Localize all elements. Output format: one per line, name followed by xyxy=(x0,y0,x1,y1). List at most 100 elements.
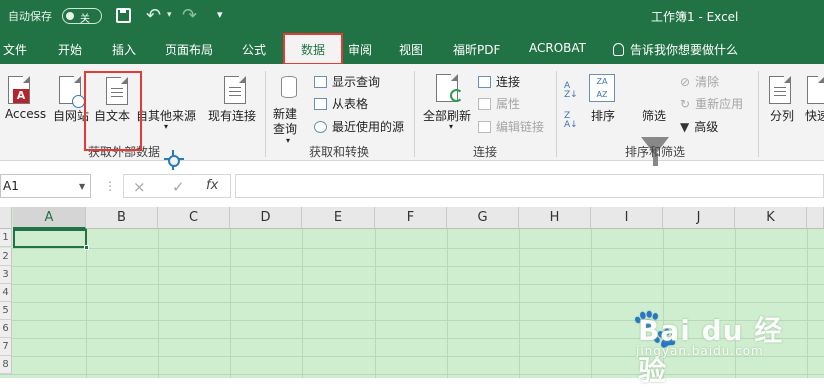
row-header[interactable]: 6 xyxy=(0,320,12,338)
row-header[interactable]: 4 xyxy=(0,284,12,302)
from-table-button[interactable]: 从表格 xyxy=(314,95,368,112)
title-bar: 自动保存 关 ↶ ▾ ↷ ▾ 工作簿1 - Excel xyxy=(0,0,824,34)
cancel-icon[interactable]: × xyxy=(133,178,146,196)
window-title: 工作簿1 - Excel xyxy=(651,10,739,24)
sort-button[interactable]: 排序 xyxy=(591,107,615,124)
customize-quick-access-icon[interactable]: ▾ xyxy=(217,8,223,21)
group-divider xyxy=(414,71,415,157)
new-query-icon xyxy=(281,76,297,98)
column-header[interactable]: K xyxy=(735,207,807,229)
column-header[interactable]: D xyxy=(230,207,302,229)
column-header-partial[interactable] xyxy=(807,207,824,229)
text-to-columns-button[interactable]: 分列 xyxy=(770,107,794,124)
text-to-columns-icon xyxy=(769,76,791,104)
connections-group-label: 连接 xyxy=(473,145,498,159)
column-header[interactable]: I xyxy=(591,207,663,229)
enter-icon[interactable]: ✓ xyxy=(172,178,185,196)
connections-button[interactable]: 连接 xyxy=(478,73,520,90)
other-sources-dropdown-icon[interactable]: ▾ xyxy=(164,122,168,131)
row-header[interactable]: 3 xyxy=(0,266,12,284)
name-box-value: A1 xyxy=(3,179,19,193)
existing-connections-icon xyxy=(224,76,246,104)
row-header[interactable]: 5 xyxy=(0,302,12,320)
redo-icon[interactable]: ↷ xyxy=(182,5,197,26)
autosave-label: 自动保存 xyxy=(8,10,52,23)
advanced-filter-label: 高级 xyxy=(694,120,719,134)
formula-input[interactable] xyxy=(235,174,824,198)
autosave-toggle[interactable]: 关 xyxy=(62,8,102,25)
lightbulb-icon xyxy=(613,43,624,56)
reapply-button[interactable]: ↻ 重新应用 xyxy=(680,95,743,112)
column-header[interactable]: B xyxy=(86,207,158,229)
tab-formulas[interactable]: 公式 xyxy=(242,41,266,58)
name-box-dropdown-icon[interactable]: ▼ xyxy=(79,182,85,191)
save-icon[interactable] xyxy=(116,8,131,23)
flash-fill-icon xyxy=(807,76,824,104)
flash-fill-button[interactable]: 快速 xyxy=(805,107,824,124)
reapply-label: 重新应用 xyxy=(695,97,744,111)
new-query-button[interactable]: 新建 查询 xyxy=(273,107,297,137)
row-header[interactable]: 1 xyxy=(0,229,12,247)
filter-button[interactable]: 筛选 xyxy=(642,107,666,124)
formula-bar-dots-icon: ⋮ xyxy=(104,179,116,193)
tab-file[interactable]: 文件 xyxy=(3,41,27,58)
web-document-icon xyxy=(59,76,85,108)
refresh-all-button[interactable]: 全部刷新 xyxy=(423,107,471,124)
edit-links-icon xyxy=(478,121,491,133)
table-icon xyxy=(314,76,327,88)
undo-icon[interactable]: ↶ xyxy=(146,5,161,26)
tab-acrobat[interactable]: ACROBAT xyxy=(529,41,586,55)
group-divider xyxy=(758,71,759,157)
recent-sources-button[interactable]: 最近使用的源 xyxy=(314,118,404,135)
tab-home[interactable]: 开始 xyxy=(58,41,82,58)
sort-a-z-icon[interactable]: A Z↓ xyxy=(564,82,578,100)
tell-me-text: 告诉我你想要做什么 xyxy=(630,43,739,57)
grid-line xyxy=(0,248,824,249)
columns-lines-icon xyxy=(774,87,786,88)
show-queries-button[interactable]: 显示查询 xyxy=(314,73,380,90)
column-header[interactable]: H xyxy=(519,207,591,229)
tab-review[interactable]: 审阅 xyxy=(348,41,372,58)
column-header[interactable]: C xyxy=(158,207,230,229)
sort-z-a-icon[interactable]: Z A↓ xyxy=(564,112,578,130)
tell-me-box[interactable]: 告诉我你想要做什么 xyxy=(613,41,738,58)
column-header[interactable]: E xyxy=(302,207,375,229)
existing-connections-button[interactable]: 现有连接 xyxy=(208,107,256,124)
formula-controls: × ✓ fx xyxy=(123,174,231,198)
row-header[interactable]: 7 xyxy=(0,338,12,356)
row-header[interactable]: 2 xyxy=(0,248,12,266)
tab-insert[interactable]: 插入 xyxy=(112,41,136,58)
selected-cell-a1[interactable] xyxy=(13,229,87,248)
toggle-knob xyxy=(66,12,74,20)
refresh-dropdown-icon[interactable]: ▾ xyxy=(449,122,453,131)
edit-links-button[interactable]: 编辑链接 xyxy=(478,118,544,135)
column-header[interactable]: G xyxy=(447,207,519,229)
access-icon: A xyxy=(8,76,30,104)
fill-handle[interactable] xyxy=(84,245,89,250)
properties-label: 属性 xyxy=(496,97,521,111)
column-header[interactable]: J xyxy=(663,207,735,229)
from-table-label: 从表格 xyxy=(332,97,369,111)
tab-foxit-pdf[interactable]: 福昕PDF xyxy=(453,41,500,58)
access-button[interactable]: Access xyxy=(5,107,46,121)
tab-view[interactable]: 视图 xyxy=(399,41,423,58)
clear-filter-button[interactable]: ⊘ 清除 xyxy=(680,73,719,90)
refresh-all-icon xyxy=(436,74,463,102)
connection-lines-icon xyxy=(229,87,241,88)
properties-button[interactable]: 属性 xyxy=(478,95,520,112)
row-header[interactable]: 8 xyxy=(0,356,12,374)
tab-data[interactable]: 数据 xyxy=(283,33,343,65)
tab-page-layout[interactable]: 页面布局 xyxy=(165,41,213,58)
advanced-filter-button[interactable]: ▼ 高级 xyxy=(680,118,718,135)
column-header[interactable]: A xyxy=(13,207,86,229)
insert-function-icon[interactable]: fx xyxy=(206,178,218,193)
undo-dropdown-icon[interactable]: ▾ xyxy=(167,10,172,20)
grid-line xyxy=(0,284,824,285)
select-all-corner[interactable] xyxy=(0,207,12,229)
column-header[interactable]: F xyxy=(375,207,447,229)
recent-sources-label: 最近使用的源 xyxy=(332,120,405,134)
properties-icon xyxy=(478,98,491,110)
autosave-state: 关 xyxy=(80,14,90,25)
new-query-dropdown-icon[interactable]: ▾ xyxy=(286,136,290,145)
name-box[interactable]: A1 ▼ xyxy=(0,174,91,198)
